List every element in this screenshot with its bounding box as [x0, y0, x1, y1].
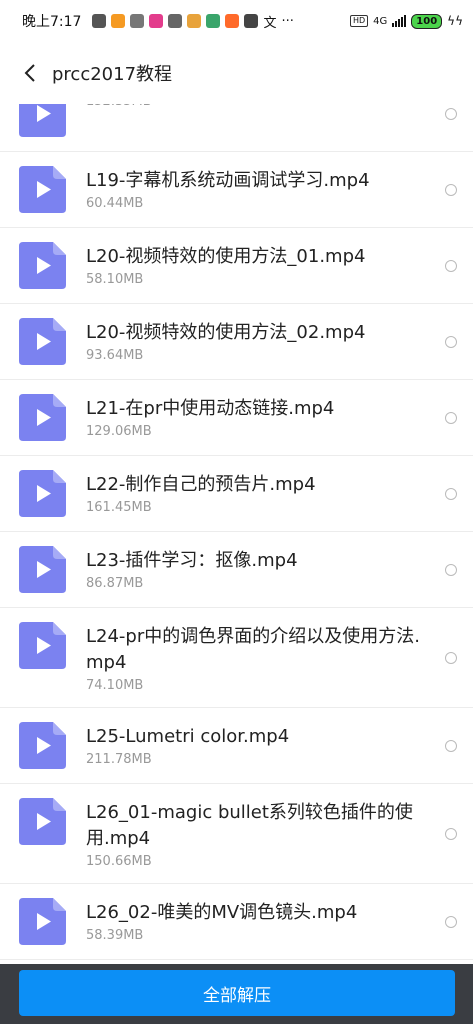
file-texts: L25-Lumetri color.mp4 211.78MB — [86, 722, 433, 767]
file-size: 129.06MB — [86, 424, 152, 439]
file-texts: L26_02-唯美的MV调色镜头.mp4 58.39MB — [86, 898, 433, 943]
file-size: 161.45MB — [86, 500, 152, 515]
file-name: L20-视频特效的使用方法_02.mp4 — [86, 322, 366, 343]
file-texts: L19-字幕机系统动画调试学习.mp4 60.44MB — [86, 166, 433, 211]
battery-icon: 100 — [411, 13, 443, 29]
video-file-icon — [19, 242, 66, 289]
file-texts: L21-在pr中使用动态链接.mp4 129.06MB — [86, 394, 433, 439]
file-name: L24-pr中的调色界面的介绍以及使用方法.mp4 — [86, 626, 420, 673]
bank-icon — [206, 14, 221, 28]
video-file-icon — [19, 318, 66, 365]
file-name: L22-制作自己的预告片.mp4 — [86, 474, 316, 495]
file-list-item[interactable]: L20-视频特效的使用方法_01.mp4 58.10MB — [0, 228, 473, 304]
more-icon: ··· — [281, 13, 294, 29]
cat-icon — [187, 14, 202, 28]
file-texts: L26_01-magic bullet系列较色插件的使用.mp4 150.66MB — [86, 798, 433, 869]
translate-icon: 文 — [263, 15, 277, 31]
video-file-icon — [19, 622, 66, 669]
status-right: HD 4G 100 ϟϟ — [349, 13, 463, 29]
status-time: 晚上7:17 — [22, 14, 82, 30]
taobao-icon — [225, 14, 240, 28]
select-radio[interactable] — [445, 563, 457, 576]
file-size: 74.10MB — [86, 678, 144, 693]
extract-all-button[interactable]: 全部解压 — [19, 970, 455, 1016]
file-name: L26_01-magic bullet系列较色插件的使用.mp4 — [86, 802, 413, 849]
video-file-icon — [19, 722, 66, 769]
video-file-icon — [19, 166, 66, 213]
charging-icon: ϟϟ — [447, 14, 463, 28]
select-radio[interactable] — [445, 107, 457, 120]
file-texts: L23-插件学习：抠像.mp4 86.87MB — [86, 546, 433, 591]
file-list-item[interactable]: L26_01-magic bullet系列较色插件的使用.mp4 150.66MB — [0, 784, 473, 884]
status-bar: 晚上7:17 文 ··· HD 4G 100 ϟϟ — [0, 0, 473, 42]
header: prcc2017教程 — [0, 42, 473, 104]
app-icon — [168, 14, 183, 28]
file-texts: L24-pr中的调色界面的介绍以及使用方法.mp4 74.10MB — [86, 622, 433, 693]
file-list-item[interactable]: L20-视频特效的使用方法_02.mp4 93.64MB — [0, 304, 473, 380]
select-radio[interactable] — [445, 183, 457, 196]
file-texts: L20-视频特效的使用方法_02.mp4 93.64MB — [86, 318, 433, 363]
file-size: 93.64MB — [86, 348, 144, 363]
video-file-icon — [19, 898, 66, 945]
file-list[interactable]: 152.35MB L19-字幕机系统动画调试学习.mp4 60.44MB L20-视频… — [0, 104, 473, 964]
file-list-item[interactable]: L26_02-唯美的MV调色镜头.mp4 58.39MB — [0, 884, 473, 960]
app-notification-icon — [111, 14, 126, 28]
chevron-left-icon — [24, 64, 35, 82]
youku-icon — [149, 14, 164, 28]
video-file-icon — [19, 394, 66, 441]
file-list-item[interactable]: 152.35MB — [0, 104, 473, 152]
file-name: L20-视频特效的使用方法_01.mp4 — [86, 246, 366, 267]
network-type: 4G — [373, 15, 388, 27]
file-size: 60.44MB — [86, 196, 144, 211]
file-size: 152.35MB — [86, 104, 433, 109]
select-radio[interactable] — [445, 335, 457, 348]
video-file-icon — [19, 470, 66, 517]
toutiao-icon — [244, 14, 259, 28]
file-texts: L22-制作自己的预告片.mp4 161.45MB — [86, 470, 433, 515]
select-radio[interactable] — [445, 259, 457, 272]
select-radio[interactable] — [445, 827, 457, 840]
file-name: L21-在pr中使用动态链接.mp4 — [86, 398, 335, 419]
file-texts: 152.35MB — [86, 104, 433, 109]
file-name: L19-字幕机系统动画调试学习.mp4 — [86, 170, 370, 191]
back-button[interactable] — [0, 42, 60, 104]
video-file-icon — [19, 546, 66, 593]
file-list-item[interactable]: L24-pr中的调色界面的介绍以及使用方法.mp4 74.10MB — [0, 608, 473, 708]
file-name: L26_02-唯美的MV调色镜头.mp4 — [86, 902, 358, 923]
file-list-item[interactable]: L25-Lumetri color.mp4 211.78MB — [0, 708, 473, 784]
elephant-icon — [130, 14, 145, 28]
file-size: 58.39MB — [86, 928, 144, 943]
file-size: 150.66MB — [86, 854, 152, 869]
file-list-item[interactable]: L21-在pr中使用动态链接.mp4 129.06MB — [0, 380, 473, 456]
file-size: 211.78MB — [86, 752, 152, 767]
select-radio[interactable] — [445, 915, 457, 928]
hd-icon: HD — [349, 15, 369, 27]
video-file-icon — [19, 798, 66, 845]
file-name: L25-Lumetri color.mp4 — [86, 726, 290, 747]
file-list-item[interactable]: L23-插件学习：抠像.mp4 86.87MB — [0, 532, 473, 608]
status-left: 晚上7:17 文 ··· — [22, 11, 294, 31]
file-list-inner: 152.35MB L19-字幕机系统动画调试学习.mp4 60.44MB L20-视频… — [0, 104, 473, 964]
message-icon — [92, 14, 107, 28]
select-radio[interactable] — [445, 739, 457, 752]
bottom-bar: 全部解压 — [0, 964, 473, 1024]
signal-icon — [392, 15, 407, 27]
page-title: prcc2017教程 — [52, 64, 173, 85]
select-radio[interactable] — [445, 487, 457, 500]
file-name: L23-插件学习：抠像.mp4 — [86, 550, 298, 571]
select-radio[interactable] — [445, 651, 457, 664]
select-radio[interactable] — [445, 411, 457, 424]
file-list-item[interactable]: L19-字幕机系统动画调试学习.mp4 60.44MB — [0, 152, 473, 228]
file-size: 58.10MB — [86, 272, 144, 287]
file-list-item[interactable]: L22-制作自己的预告片.mp4 161.45MB — [0, 456, 473, 532]
file-texts: L20-视频特效的使用方法_01.mp4 58.10MB — [86, 242, 433, 287]
file-size: 86.87MB — [86, 576, 144, 591]
video-file-icon — [19, 104, 66, 137]
